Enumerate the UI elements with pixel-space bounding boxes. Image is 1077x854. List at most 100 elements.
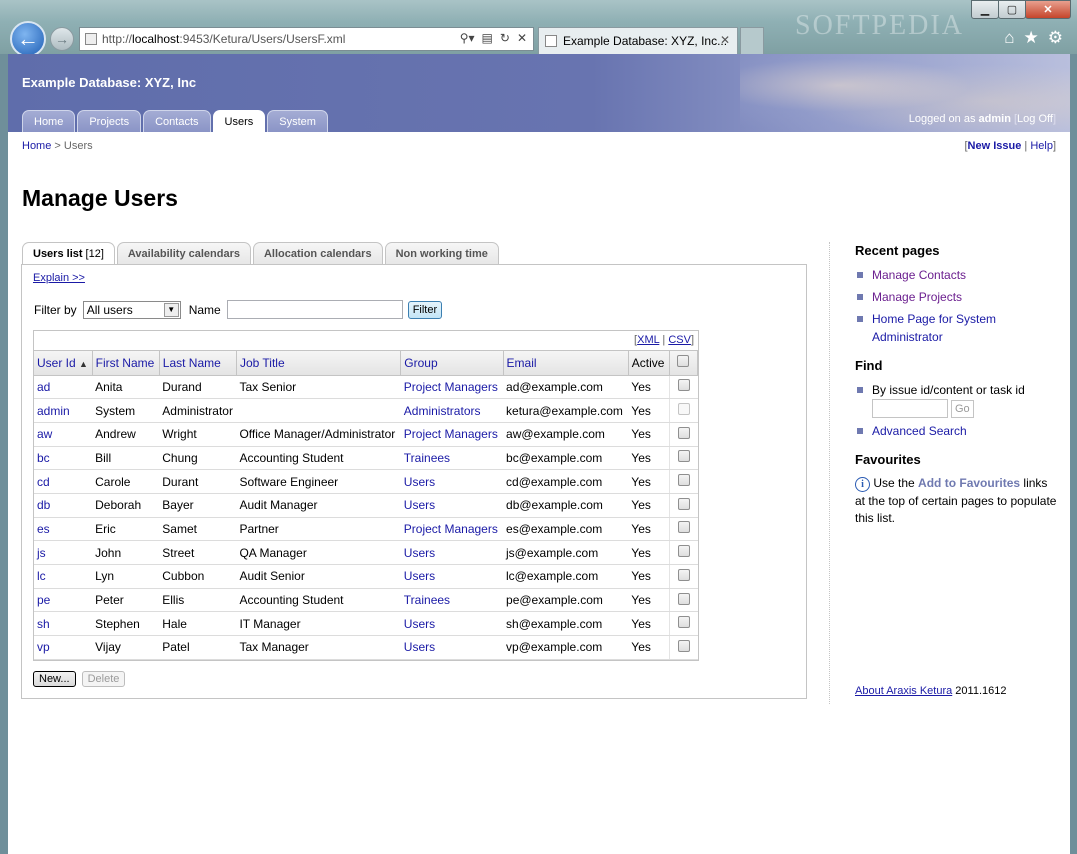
new-user-button[interactable]: New... [33, 671, 76, 687]
info-icon: i [855, 477, 870, 493]
email-cell: js@example.com [503, 540, 629, 565]
tab-users[interactable]: Users [212, 110, 266, 132]
tab-non-working[interactable]: Non working time [384, 242, 499, 265]
user-id-link[interactable]: bc [34, 446, 93, 471]
row-checkbox[interactable] [677, 403, 690, 416]
filter-select[interactable]: All users ▼ [82, 300, 181, 319]
tab-availability[interactable]: Availability calendars [116, 242, 251, 265]
user-id-link[interactable]: lc [34, 564, 93, 589]
group-link[interactable]: Users [400, 540, 504, 565]
user-id-link[interactable]: ad [34, 375, 93, 400]
row-checkbox[interactable] [677, 521, 690, 534]
advanced-search-link[interactable]: Advanced Search [872, 424, 967, 438]
group-link[interactable]: Project Managers [400, 422, 504, 447]
table-row: cd Carole Durant Software Engineer Users cd@e… [34, 469, 698, 494]
row-checkbox[interactable] [677, 616, 690, 629]
browser-chrome: SOFTPEDIA ▁ ▢ ✕ ← → http://localhost:945… [0, 0, 1077, 57]
new-tab-button[interactable] [740, 27, 764, 54]
tab-allocation[interactable]: Allocation calendars [252, 242, 383, 265]
col-first-name[interactable]: First Name [92, 351, 160, 376]
col-user-id[interactable]: User Id ▲ [34, 351, 93, 376]
forward-button[interactable]: → [50, 27, 74, 51]
group-link[interactable]: Users [400, 635, 504, 660]
address-bar[interactable]: http://localhost:9453/Ketura/Users/Users… [79, 27, 534, 51]
about-link[interactable]: About Araxis Ketura [855, 685, 952, 697]
group-link[interactable]: Users [400, 469, 504, 494]
recent-link-projects[interactable]: Manage Projects [872, 290, 962, 304]
row-checkbox[interactable] [677, 545, 690, 558]
compat-view-icon[interactable]: ▤ [482, 31, 493, 45]
find-input[interactable] [872, 399, 948, 419]
row-checkbox[interactable] [677, 379, 690, 392]
table-row: js John Street QA Manager Users js@example.co… [34, 540, 698, 565]
browser-tab[interactable]: Example Database: XYZ, Inc... ✕ [538, 27, 738, 54]
active-cell: Yes [628, 588, 670, 613]
name-input[interactable] [226, 300, 403, 319]
sort-asc-icon: ▲ [79, 358, 88, 369]
col-group[interactable]: Group [400, 351, 504, 376]
user-id-link[interactable]: es [34, 517, 93, 542]
tab-close-icon[interactable]: ✕ [720, 33, 730, 47]
user-id-link[interactable]: aw [34, 422, 93, 447]
select-all-checkbox[interactable] [677, 355, 690, 368]
tab-projects[interactable]: Projects [77, 110, 142, 132]
user-id-link[interactable]: js [34, 540, 93, 565]
stop-icon[interactable]: ✕ [517, 31, 527, 45]
tab-contacts[interactable]: Contacts [143, 110, 211, 132]
xml-link[interactable]: XML [637, 334, 659, 346]
col-last-name[interactable]: Last Name [159, 351, 237, 376]
explain-link[interactable]: Explain >> [33, 272, 85, 284]
group-link[interactable]: Project Managers [400, 517, 504, 542]
row-checkbox[interactable] [677, 474, 690, 487]
row-checkbox[interactable] [677, 568, 690, 581]
tab-users-list[interactable]: Users list [12] [22, 242, 115, 265]
user-id-link[interactable]: cd [34, 469, 93, 494]
user-id-link[interactable]: pe [34, 588, 93, 613]
group-link[interactable]: Trainees [400, 446, 504, 471]
help-link[interactable]: Help [1030, 140, 1053, 152]
recent-link-home[interactable]: Home Page for System Administrator [872, 312, 996, 344]
user-id-link[interactable]: sh [34, 611, 93, 637]
group-link[interactable]: Users [400, 493, 504, 518]
tab-home[interactable]: Home [22, 110, 76, 132]
row-checkbox[interactable] [677, 639, 690, 652]
first-name-cell: Carole [92, 469, 160, 494]
row-checkbox[interactable] [677, 592, 690, 605]
back-button[interactable]: ← [10, 21, 46, 57]
col-select-all[interactable] [668, 351, 699, 376]
sidebar: Recent pages Manage Contacts Manage Proj… [855, 243, 1060, 528]
tab-system[interactable]: System [267, 110, 328, 132]
user-id-link[interactable]: admin [34, 398, 93, 423]
select-cell [668, 635, 698, 660]
home-icon[interactable]: ⌂ [1004, 28, 1014, 48]
delete-button[interactable]: Delete [81, 671, 126, 687]
gear-icon[interactable]: ⚙ [1048, 28, 1063, 48]
group-link[interactable]: Trainees [400, 588, 504, 613]
user-id-link[interactable]: vp [34, 635, 93, 660]
new-issue-link[interactable]: New Issue [968, 140, 1022, 152]
search-icon[interactable]: ⚲▾ [460, 31, 475, 45]
go-button[interactable]: Go [951, 399, 974, 418]
group-link[interactable]: Users [400, 564, 504, 589]
logoff-link[interactable]: Log Off [1017, 113, 1053, 125]
csv-link[interactable]: CSV [668, 334, 691, 346]
group-link[interactable]: Project Managers [400, 375, 504, 400]
user-id-link[interactable]: db [34, 493, 93, 518]
col-job-title[interactable]: Job Title [236, 351, 402, 376]
recent-link-contacts[interactable]: Manage Contacts [872, 268, 966, 282]
col-email[interactable]: Email [503, 351, 629, 376]
favorites-star-icon[interactable]: ★ [1024, 28, 1039, 48]
active-cell: Yes [628, 564, 670, 589]
filter-button[interactable]: Filter [407, 300, 443, 319]
breadcrumb-home[interactable]: Home [22, 140, 51, 152]
minimize-button[interactable]: ▁ [971, 0, 999, 19]
row-checkbox[interactable] [677, 426, 690, 439]
group-link[interactable]: Administrators [400, 398, 504, 423]
row-checkbox[interactable] [677, 450, 690, 463]
users-count: [12] [85, 248, 104, 260]
refresh-icon[interactable]: ↻ [500, 31, 510, 45]
maximize-button[interactable]: ▢ [998, 0, 1026, 19]
close-window-button[interactable]: ✕ [1025, 0, 1071, 19]
row-checkbox[interactable] [677, 497, 690, 510]
group-link[interactable]: Users [400, 611, 504, 637]
